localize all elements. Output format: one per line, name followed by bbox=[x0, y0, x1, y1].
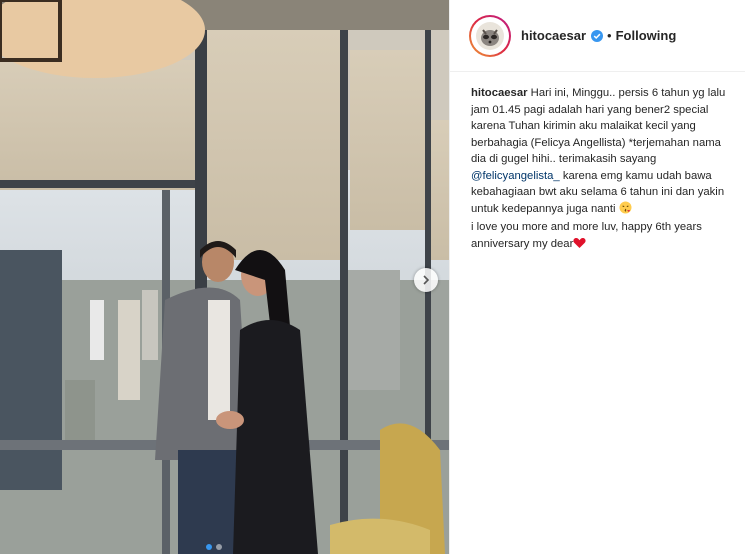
carousel-dot-active bbox=[206, 544, 212, 550]
caption-username[interactable]: hitocaesar bbox=[471, 87, 528, 99]
header-separator: • bbox=[607, 28, 612, 43]
kiss-emoji-icon bbox=[619, 201, 632, 220]
mention-link[interactable]: @felicyangelista_ bbox=[471, 170, 560, 182]
caption-text-part3: i love you more and more luv, happy 6th … bbox=[471, 221, 702, 250]
following-button[interactable]: Following bbox=[616, 28, 677, 43]
post-caption: hitocaesar Hari ini, Minggu.. persis 6 t… bbox=[450, 72, 745, 254]
avatar[interactable] bbox=[469, 14, 511, 57]
heart-emoji-icon bbox=[573, 237, 586, 255]
verified-badge-icon bbox=[591, 29, 604, 42]
post-photo[interactable] bbox=[0, 0, 449, 554]
header-username[interactable]: hitocaesar bbox=[521, 28, 586, 43]
chevron-right-icon bbox=[423, 275, 430, 285]
carousel-dot bbox=[216, 544, 222, 550]
post-side-panel: hitocaesar • Following hitocaesar Hari i… bbox=[449, 0, 745, 554]
post-header: hitocaesar • Following bbox=[450, 0, 745, 72]
carousel-next-button[interactable] bbox=[414, 268, 438, 292]
photo-illustration bbox=[0, 0, 449, 554]
raccoon-avatar-icon bbox=[476, 21, 504, 50]
carousel-indicator bbox=[206, 544, 222, 550]
